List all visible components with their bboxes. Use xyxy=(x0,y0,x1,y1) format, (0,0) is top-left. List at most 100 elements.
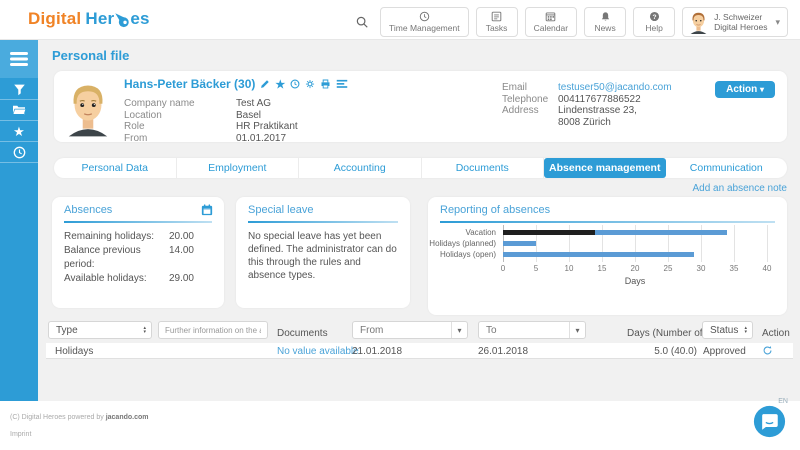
nav-button-news[interactable]: News xyxy=(584,7,626,37)
nav-label: Calendar xyxy=(534,23,569,33)
tab-bar: Personal Data Employment Accounting Docu… xyxy=(54,158,787,178)
tab-personal-data[interactable]: Personal Data xyxy=(54,158,177,178)
chevron-down-icon: ▾ xyxy=(760,85,764,94)
user-name-block: J. Schweizer Digital Heroes xyxy=(714,12,767,32)
sidebar-item-files[interactable] xyxy=(0,100,38,121)
absence-info-input[interactable] xyxy=(158,321,268,339)
app-logo[interactable]: Digital Her es xyxy=(28,9,150,29)
employee-name: Hans-Peter Bäcker (30) xyxy=(124,77,255,91)
tab-employment[interactable]: Employment xyxy=(177,158,300,178)
to-date-input[interactable]: To ▾ xyxy=(478,321,586,339)
history-clock-icon[interactable] xyxy=(290,79,300,89)
sidebar-item-filter[interactable] xyxy=(0,79,38,100)
imprint-link[interactable]: Imprint xyxy=(10,431,31,438)
details-list-icon[interactable] xyxy=(336,79,348,89)
user-menu[interactable]: J. Schweizer Digital Heroes ▾ xyxy=(682,7,788,37)
status-select[interactable]: Status ▴▾ xyxy=(702,321,753,339)
row-type: Holidays xyxy=(55,346,93,357)
nav-button-calendar[interactable]: Calendar xyxy=(525,7,578,37)
action-column-header: Action xyxy=(762,328,790,339)
list-item: Remaining holidays:20.00 xyxy=(64,230,194,244)
nav-button-tasks[interactable]: Tasks xyxy=(476,7,518,37)
row-documents-link[interactable]: No value available xyxy=(277,346,359,357)
role-value: HR Praktikant xyxy=(236,121,298,133)
filter-icon xyxy=(13,83,26,96)
action-button[interactable]: Action ▾ xyxy=(715,81,775,98)
absences-panel-title: Absences xyxy=(64,204,112,216)
search-icon[interactable] xyxy=(355,7,369,37)
profile-right-values: testuser50@jacando.com 004117677886522 L… xyxy=(558,82,672,128)
chart-row: Vacation xyxy=(503,227,767,238)
star-icon: ★ xyxy=(13,125,25,138)
available-holidays-value: 29.00 xyxy=(169,272,194,286)
chat-bubble-icon[interactable] xyxy=(753,405,786,438)
topbar: Digital Her es Time Management Tasks Cal… xyxy=(0,0,800,40)
location-value: Basel xyxy=(236,110,298,122)
absence-balance-list: Remaining holidays:20.00 Balance previou… xyxy=(64,230,194,286)
sidebar-item-menu[interactable] xyxy=(0,40,38,78)
logo-text-her: Her xyxy=(85,9,114,29)
print-icon[interactable] xyxy=(320,79,331,89)
folder-icon xyxy=(12,104,26,116)
edit-icon[interactable] xyxy=(260,79,270,89)
list-item: Available holidays:29.00 xyxy=(64,272,194,286)
panel-divider xyxy=(64,221,212,223)
sidebar-item-history[interactable] xyxy=(0,142,38,163)
type-select[interactable]: Type ▴▾ xyxy=(48,321,152,339)
chart-bar-track xyxy=(503,252,767,257)
chart-tick-label: 0 xyxy=(501,264,505,273)
chart-row: Holidays (planned) xyxy=(503,238,767,249)
balance-previous-value: 14.00 xyxy=(169,244,194,272)
chart-bar-track xyxy=(503,241,767,246)
chevron-down-icon: ▾ xyxy=(775,17,780,28)
from-date-input[interactable]: From ▾ xyxy=(352,321,468,339)
employee-name-row: Hans-Peter Bäcker (30) ★ xyxy=(124,77,348,91)
address-line1: Lindenstrasse 23, xyxy=(558,105,672,117)
remaining-holidays-value: 20.00 xyxy=(169,230,194,244)
calendar-icon[interactable] xyxy=(201,203,213,221)
tab-absence-management[interactable]: Absence management xyxy=(544,158,666,178)
user-avatar xyxy=(688,10,709,34)
logo-text-es: es xyxy=(130,9,149,29)
nav-label: Tasks xyxy=(486,23,508,33)
panel-divider xyxy=(440,221,775,223)
sidebar-item-favorites[interactable]: ★ xyxy=(0,121,38,142)
days-column-header: Days (Number of hours) xyxy=(627,328,697,339)
email-link[interactable]: testuser50@jacando.com xyxy=(558,82,672,94)
chevron-down-icon: ▾ xyxy=(569,322,585,338)
refresh-icon[interactable] xyxy=(762,345,773,359)
company-name-value: Test AG xyxy=(236,98,298,110)
jacando-link[interactable]: jacando.com xyxy=(106,414,149,421)
absences-panel: Absences Remaining holidays:20.00 Balanc… xyxy=(52,197,224,308)
settings-gear-icon[interactable] xyxy=(305,79,315,89)
svg-text:?: ? xyxy=(652,13,656,20)
calendar-icon xyxy=(545,11,556,22)
special-leave-text: No special leave has yet been defined. T… xyxy=(248,230,400,282)
row-to-date: 26.01.2018 xyxy=(478,346,528,357)
chart-tick-label: 5 xyxy=(534,264,538,273)
favorite-star-icon[interactable]: ★ xyxy=(275,78,285,91)
chart-x-ticks: 0510152025303540 xyxy=(503,264,767,274)
chart-tick-label: 20 xyxy=(631,264,640,273)
address-line2: 8008 Zürich xyxy=(558,117,672,129)
tab-documents[interactable]: Documents xyxy=(422,158,545,178)
nav-button-help[interactable]: ? Help xyxy=(633,7,675,37)
chevron-down-icon: ▾ xyxy=(451,322,467,338)
tab-accounting[interactable]: Accounting xyxy=(299,158,422,178)
add-absence-note-link[interactable]: Add an absence note xyxy=(692,183,787,194)
tab-communication[interactable]: Communication xyxy=(666,158,788,178)
footer: (C) Digital Heroes powered by jacando.co… xyxy=(0,401,800,450)
profile-left-values: Test AG Basel HR Praktikant 01.01.2017 xyxy=(236,98,298,144)
chart-category-label: Vacation xyxy=(465,228,496,237)
chart-row: Holidays (open) xyxy=(503,249,767,260)
profile-right-labels: Email Telephone Address xyxy=(502,82,548,117)
nav-label: Time Management xyxy=(389,23,460,33)
documents-column-header: Documents xyxy=(277,328,328,339)
top-navigation: Time Management Tasks Calendar News ? He… xyxy=(355,7,788,37)
special-leave-title: Special leave xyxy=(248,204,313,216)
nav-button-time-management[interactable]: Time Management xyxy=(380,7,469,37)
special-leave-panel: Special leave No special leave has yet b… xyxy=(236,197,410,308)
chart-bar-open xyxy=(503,252,694,257)
chart-bar-taken xyxy=(503,230,595,235)
chart-tick-label: 40 xyxy=(763,264,772,273)
